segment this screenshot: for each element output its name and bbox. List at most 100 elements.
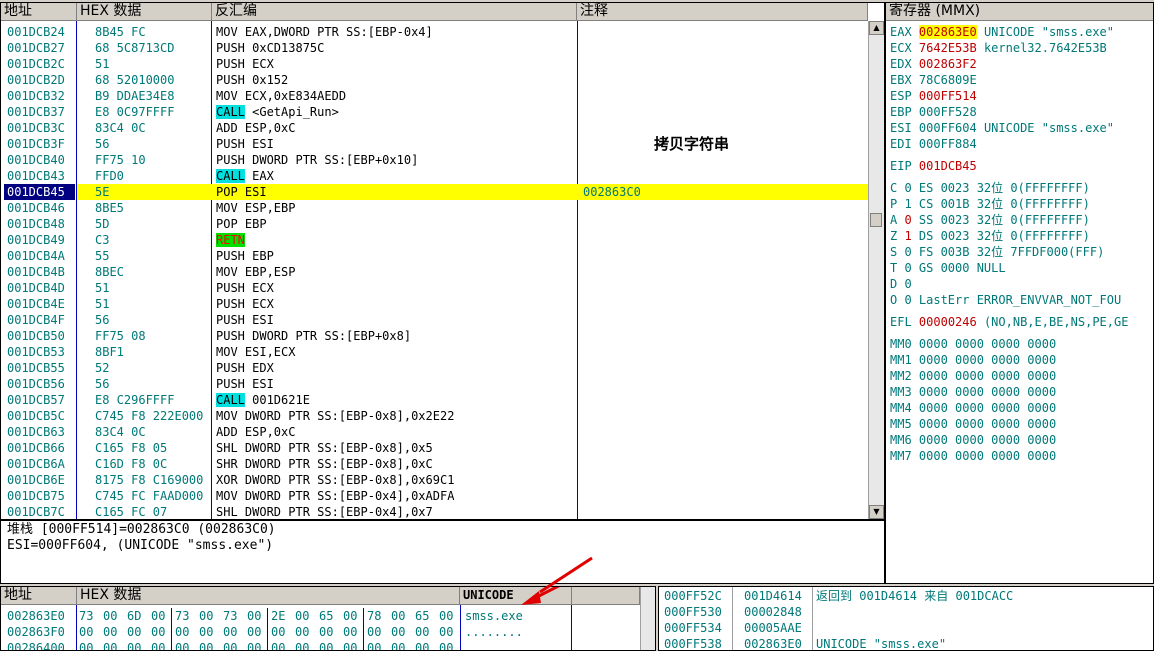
- dump-byte[interactable]: 00: [151, 624, 171, 640]
- dump-scrollbar[interactable]: [640, 587, 655, 650]
- dump-byte[interactable]: 00: [127, 640, 147, 650]
- stack-pane[interactable]: 000FF52C 001D4614 返回到 001D4614 来自 001DCACC…: [658, 586, 1154, 651]
- disasm-row[interactable]: 001DCB56 56 PUSH ESI: [1, 376, 868, 392]
- register-line[interactable]: ECX 7642E53B kernel32.7642E53B: [890, 40, 1107, 56]
- dump-byte[interactable]: 00: [415, 640, 435, 650]
- scroll-thumb[interactable]: [870, 213, 882, 227]
- dump-byte[interactable]: 6D: [127, 608, 147, 624]
- disasm-scrollbar[interactable]: ▲ ▼: [868, 21, 884, 519]
- dump-byte[interactable]: 00: [343, 640, 363, 650]
- dump-byte[interactable]: 00: [199, 624, 219, 640]
- register-line[interactable]: EAX 002863E0 UNICODE "smss.exe": [890, 24, 1114, 40]
- flag-value[interactable]: 1: [904, 229, 911, 243]
- disasm-row[interactable]: 001DCB3C 83C4 0C ADD ESP,0xC: [1, 120, 868, 136]
- register-value[interactable]: 000FF528: [919, 105, 977, 119]
- dump-byte[interactable]: 00: [343, 608, 363, 624]
- dump-row[interactable]: 002863E0 73 00 6D 00 73 00 73 00 2E 00 65 00 78 00 65 00…: [1, 608, 641, 624]
- dump-byte[interactable]: 00: [415, 624, 435, 640]
- register-line[interactable]: MM5 0000 0000 0000 0000: [890, 416, 1056, 432]
- dump-byte[interactable]: 00: [367, 624, 387, 640]
- dump-byte[interactable]: 65: [415, 608, 435, 624]
- disasm-row[interactable]: 001DCB43 FFD0 CALL EAX: [1, 168, 868, 184]
- dump-byte[interactable]: 00: [367, 640, 387, 650]
- disasm-row[interactable]: 001DCB6E 8175 F8 C169000 XOR DWORD PTR SS:…: [1, 472, 868, 488]
- register-line[interactable]: EBX 78C6809E: [890, 72, 977, 88]
- disasm-row[interactable]: 001DCB27 68 5C8713CD PUSH 0xCD13875C: [1, 40, 868, 56]
- disasm-row[interactable]: 001DCB2D 68 52010000 PUSH 0x152: [1, 72, 868, 88]
- register-line[interactable]: EDX 002863F2: [890, 56, 977, 72]
- disasm-row[interactable]: 001DCB4E 51 PUSH ECX: [1, 296, 868, 312]
- flag-value[interactable]: 0: [904, 213, 911, 227]
- dump-byte[interactable]: 00: [175, 624, 195, 640]
- dump-byte[interactable]: 00: [151, 608, 171, 624]
- scroll-down-button[interactable]: ▼: [869, 505, 884, 519]
- dump-byte[interactable]: 00: [439, 640, 459, 650]
- register-line[interactable]: C 0 ES 0023 32位 0(FFFFFFFF): [890, 180, 1090, 196]
- disasm-row[interactable]: 001DCB2C 51 PUSH ECX: [1, 56, 868, 72]
- scroll-up-button[interactable]: ▲: [869, 21, 884, 35]
- register-line[interactable]: A 0 SS 0023 32位 0(FFFFFFFF): [890, 212, 1090, 228]
- dump-byte[interactable]: 73: [79, 608, 99, 624]
- register-value[interactable]: 001DCB45: [919, 159, 977, 173]
- register-line[interactable]: MM0 0000 0000 0000 0000: [890, 336, 1056, 352]
- dump-byte[interactable]: 00: [151, 640, 171, 650]
- dump-byte[interactable]: 00: [103, 640, 123, 650]
- register-line[interactable]: P 1 CS 001B 32位 0(FFFFFFFF): [890, 196, 1090, 212]
- dump-byte[interactable]: 00: [247, 640, 267, 650]
- dump-row[interactable]: 00286400 00 00 00 00 00 00 00 00 00 00 00 00 00 00 00 00: [1, 640, 641, 650]
- disasm-row[interactable]: 001DCB53 8BF1 MOV ESI,ECX: [1, 344, 868, 360]
- dump-byte[interactable]: 00: [103, 608, 123, 624]
- disasm-row[interactable]: 001DCB32 B9 DDAE34E8 MOV ECX,0xE834AEDD: [1, 88, 868, 104]
- stack-row[interactable]: 000FF530 00002848: [659, 604, 1153, 620]
- dump-byte[interactable]: 00: [295, 608, 315, 624]
- dump-byte[interactable]: 78: [367, 608, 387, 624]
- dump-byte[interactable]: 73: [175, 608, 195, 624]
- register-value[interactable]: 000FF514: [919, 89, 977, 103]
- dump-byte[interactable]: 00: [271, 640, 291, 650]
- register-line[interactable]: MM4 0000 0000 0000 0000: [890, 400, 1056, 416]
- register-line[interactable]: ESP 000FF514: [890, 88, 977, 104]
- dump-byte[interactable]: 00: [391, 608, 411, 624]
- disasm-row[interactable]: 001DCB37 E8 0C97FFFF CALL <GetApi_Run>: [1, 104, 868, 120]
- dump-byte[interactable]: 73: [223, 608, 243, 624]
- dump-byte[interactable]: 2E: [271, 608, 291, 624]
- dump-row[interactable]: 002863F0 00 00 00 00 00 00 00 00 00 00 00 00 00 00 00 00…: [1, 624, 641, 640]
- dump-byte[interactable]: 00: [295, 624, 315, 640]
- disasm-row[interactable]: 001DCB46 8BE5 MOV ESP,EBP: [1, 200, 868, 216]
- register-line[interactable]: D 0: [890, 276, 912, 292]
- register-value[interactable]: 7642E53B: [919, 41, 977, 55]
- disasm-row[interactable]: 001DCB57 E8 C296FFFF CALL 001D621E: [1, 392, 868, 408]
- dump-byte[interactable]: 00: [391, 640, 411, 650]
- dump-byte[interactable]: 00: [175, 640, 195, 650]
- disasm-row[interactable]: 001DCB6A C16D F8 0C SHR DWORD PTR SS:[EBP-…: [1, 456, 868, 472]
- stack-row[interactable]: 000FF538 002863E0 UNICODE "smss.exe": [659, 636, 1153, 650]
- disasm-row[interactable]: 001DCB4F 56 PUSH ESI: [1, 312, 868, 328]
- disasm-row[interactable]: 001DCB40 FF75 10 PUSH DWORD PTR SS:[EBP+0x…: [1, 152, 868, 168]
- register-line[interactable]: ESI 000FF604 UNICODE "smss.exe": [890, 120, 1114, 136]
- register-line[interactable]: EFL 00000246 (NO,NB,E,BE,NS,PE,GE: [890, 314, 1128, 330]
- dump-byte[interactable]: 00: [271, 624, 291, 640]
- dump-byte[interactable]: 00: [439, 624, 459, 640]
- disasm-row[interactable]: 001DCB49 C3 RETN: [1, 232, 868, 248]
- disassembly-pane[interactable]: 地址 HEX 数据 反汇编 注释 001DCB24 8B45 FC MOV EAX,…: [0, 2, 885, 520]
- register-line[interactable]: EIP 001DCB45: [890, 158, 977, 174]
- disasm-row[interactable]: 001DCB48 5D POP EBP: [1, 216, 868, 232]
- dump-byte[interactable]: 00: [247, 608, 267, 624]
- register-line[interactable]: MM7 0000 0000 0000 0000: [890, 448, 1056, 464]
- dump-byte[interactable]: 00: [319, 624, 339, 640]
- disasm-row[interactable]: 001DCB5C C745 F8 222E000 MOV DWORD PTR SS:…: [1, 408, 868, 424]
- disasm-header-comment[interactable]: 注释: [577, 3, 868, 21]
- register-line[interactable]: MM6 0000 0000 0000 0000: [890, 432, 1056, 448]
- dump-byte[interactable]: 00: [247, 624, 267, 640]
- disasm-header-disasm[interactable]: 反汇编: [212, 3, 577, 21]
- registers-pane[interactable]: 寄存器 (MMX) EAX 002863E0 UNICODE "smss.exe…: [885, 2, 1154, 584]
- dump-byte[interactable]: 00: [343, 624, 363, 640]
- disasm-row[interactable]: 001DCB55 52 PUSH EDX: [1, 360, 868, 376]
- register-value[interactable]: 000FF604: [919, 121, 977, 135]
- dump-byte[interactable]: 65: [319, 608, 339, 624]
- register-line[interactable]: O 0 LastErr ERROR_ENVVAR_NOT_FOU: [890, 292, 1121, 308]
- disasm-row[interactable]: 001DCB7C C165 FC 07 SHL DWORD PTR SS:[EBP-…: [1, 504, 868, 519]
- stack-row[interactable]: 000FF52C 001D4614 返回到 001D4614 来自 001DCACC: [659, 588, 1153, 604]
- register-line[interactable]: MM3 0000 0000 0000 0000: [890, 384, 1056, 400]
- register-line[interactable]: MM1 0000 0000 0000 0000: [890, 352, 1056, 368]
